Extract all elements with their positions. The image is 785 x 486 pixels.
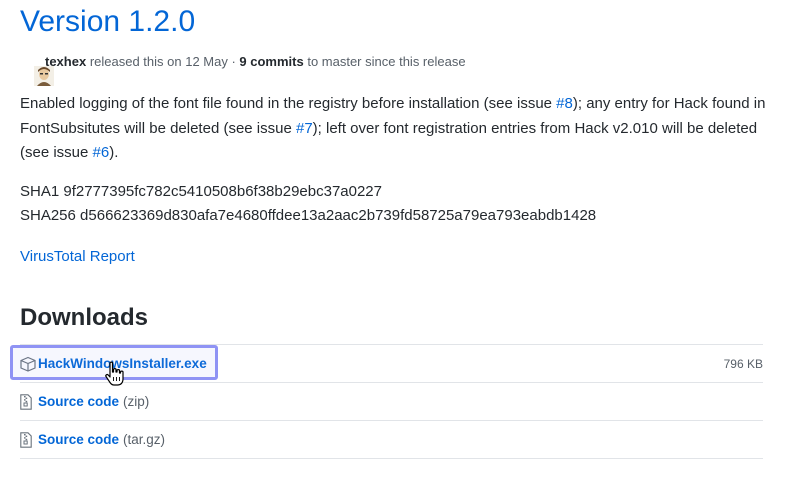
author-link[interactable]: texhex: [45, 54, 86, 69]
release-description: Enabled logging of the font file found i…: [20, 92, 770, 166]
release-meta: texhex released this on 12 May · 9 commi…: [20, 50, 466, 86]
issue-6-link[interactable]: #6: [93, 144, 110, 161]
description-text-1: Enabled logging of the font file found i…: [20, 95, 557, 112]
author-avatar[interactable]: [20, 51, 55, 86]
asset-link-source-zip[interactable]: Source code: [38, 394, 119, 409]
hand-pointer-cursor-icon: [104, 361, 126, 387]
description-paragraph: Enabled logging of the font file found i…: [20, 92, 770, 166]
file-zip-icon: [20, 431, 34, 448]
commits-suffix-text: to master since this release: [303, 53, 466, 69]
issue-8-link[interactable]: #8: [556, 95, 573, 112]
virustotal-report-link[interactable]: VirusTotal Report: [20, 246, 135, 268]
file-zip-icon: [20, 393, 34, 410]
sha1-hash: SHA1 9f2777395fc782c5410508b6f38b29ebc37…: [20, 183, 382, 200]
description-text-4: ).: [109, 144, 119, 161]
asset-format-zip[interactable]: (zip): [123, 394, 149, 409]
sha256-hash: SHA256 d566623369d830afa7e4680ffdee13a2a…: [20, 207, 597, 224]
asset-size: 796 KB: [723, 356, 763, 371]
release-title[interactable]: Version 1.2.0: [20, 2, 195, 42]
commits-link[interactable]: 9 commits: [239, 54, 303, 69]
asset-link-source-targz[interactable]: Source code: [38, 432, 119, 447]
release-date-text: released this on 12 May ·: [86, 53, 240, 69]
download-row-source-zip[interactable]: Source code (zip): [20, 382, 763, 420]
downloads-heading: Downloads: [20, 304, 149, 331]
download-row-source-targz[interactable]: Source code (tar.gz): [20, 420, 763, 459]
issue-7-link[interactable]: #7: [296, 120, 313, 137]
asset-format-targz[interactable]: (tar.gz): [123, 432, 165, 447]
